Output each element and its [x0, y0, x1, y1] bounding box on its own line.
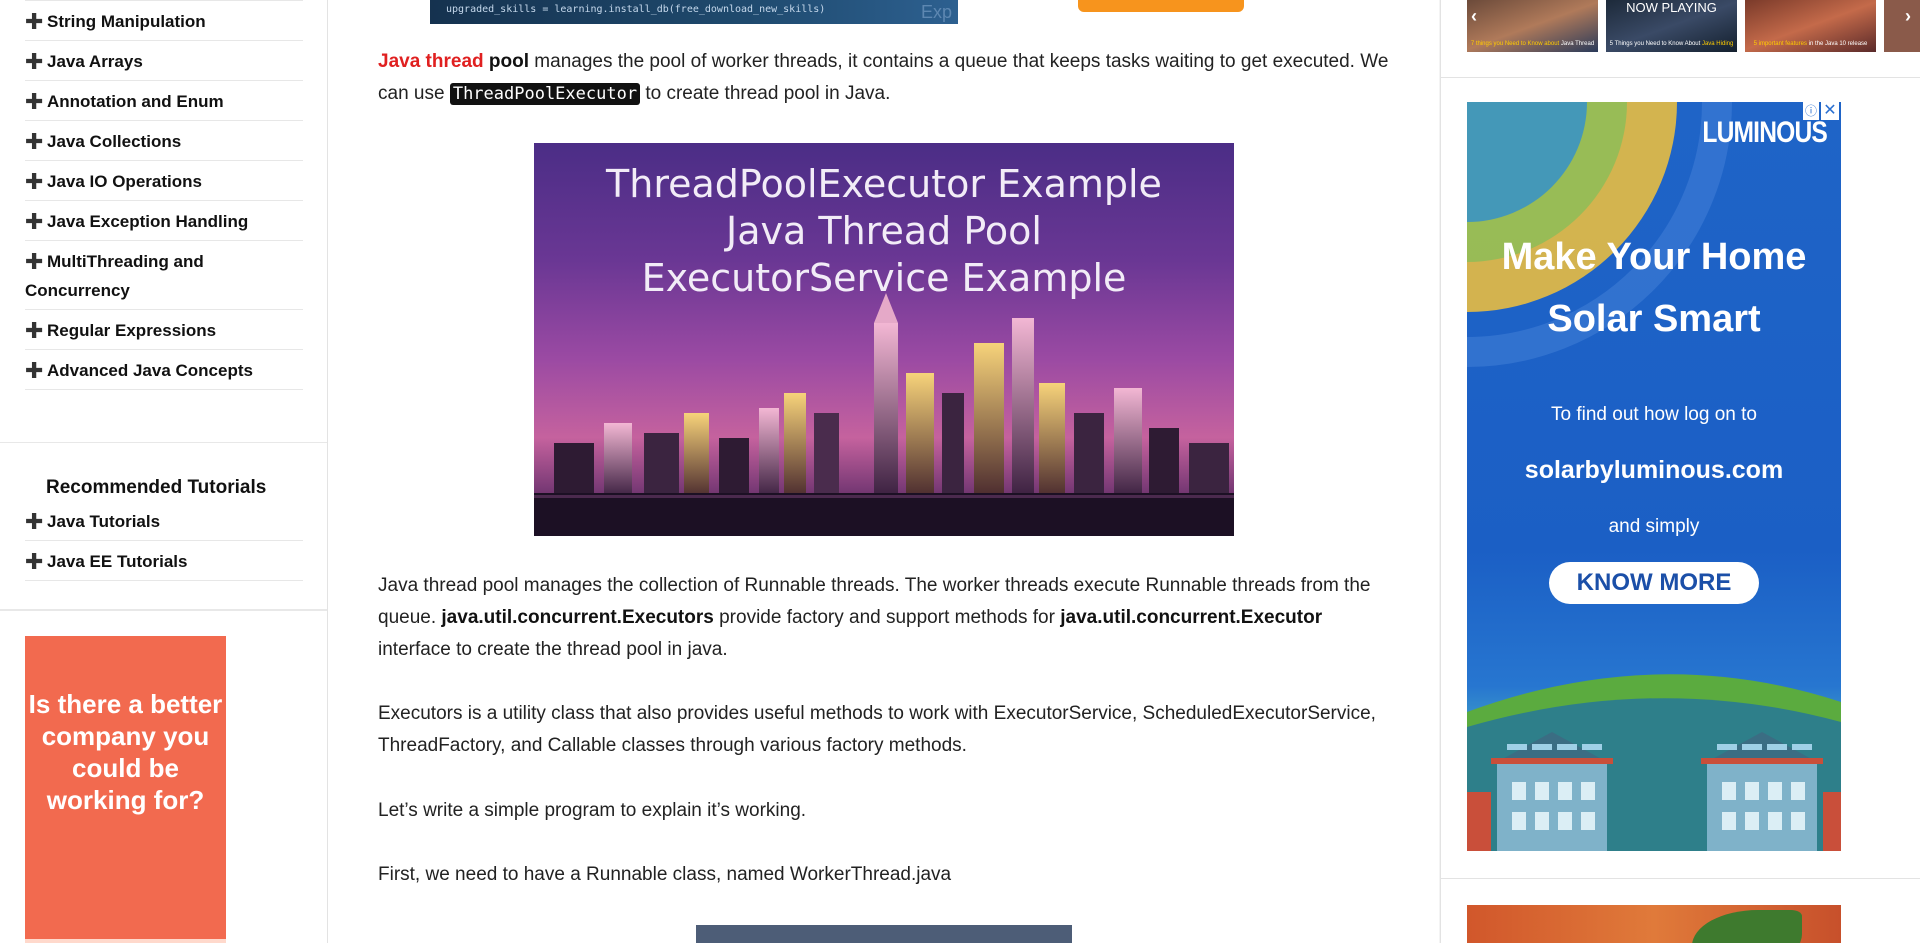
ad-brand-logo: LUMINOUS	[1702, 116, 1827, 149]
video-thumb-2[interactable]: NOW PLAYING 5 Things you Need to Know Ab…	[1606, 0, 1737, 52]
now-playing-label: NOW PLAYING	[1626, 0, 1717, 15]
plus-icon[interactable]: ✚	[25, 7, 47, 36]
recommended-item-java-ee[interactable]: ✚ Java EE Tutorials	[25, 541, 303, 581]
menu-item-annotation-enum[interactable]: ✚ Annotation and Enum	[25, 81, 303, 121]
chevron-right-icon[interactable]: ›	[1905, 6, 1911, 27]
plus-icon[interactable]: ✚	[25, 247, 47, 276]
topics-menu: ✚ String Manipulation ✚ Java Arrays ✚ Annot…	[0, 0, 327, 444]
paragraph-executors: Java thread pool manages the collection …	[378, 570, 1398, 666]
ad-headline-line-2: Solar Smart	[1547, 298, 1761, 340]
info-icon[interactable]: ⓘ	[1803, 102, 1819, 120]
menu-item-label[interactable]: Regular Expressions	[47, 321, 216, 340]
menu-item-java-io[interactable]: ✚ Java IO Operations	[25, 161, 303, 201]
caption-highlight: Java Hiding	[1701, 41, 1734, 47]
sidebar-ad-stripe	[25, 939, 226, 943]
top-banner-text: upgraded_skills = learning.install_db(fr…	[446, 4, 826, 15]
menu-item-label[interactable]: Java Collections	[47, 132, 181, 151]
para2-bold-2: java.util.concurrent.Executor	[1060, 607, 1323, 628]
menu-item-regex[interactable]: ✚ Regular Expressions	[25, 310, 303, 350]
recommended-title: Recommended Tutorials	[46, 477, 267, 498]
article-content: upgraded_skills = learning.install_db(fr…	[328, 0, 1439, 943]
hero-title-line-2: Java Thread Pool	[726, 209, 1042, 253]
paragraph-program: Let’s write a simple program to explain …	[378, 800, 807, 821]
menu-item-label[interactable]: Annotation and Enum	[47, 92, 224, 111]
caption-highlight: 5 important features	[1753, 41, 1807, 47]
menu-item-multithreading[interactable]: ✚ MultiThreading and Concurrency	[25, 241, 303, 310]
top-banner-tag: Exp	[920, 2, 952, 22]
java-thread-link[interactable]: Java thread	[378, 51, 484, 72]
ad-headline: Make Your Home Solar Smart	[1467, 226, 1841, 350]
recommended-tutorials: Recommended Tutorials ✚ Java Tutorials ✚ J…	[0, 443, 327, 611]
left-sidebar: ✚ String Manipulation ✚ Java Arrays ✚ Annot…	[0, 0, 328, 943]
close-icon[interactable]: ✕	[1821, 102, 1839, 120]
hero-title-line-1: ThreadPoolExecutor Example	[606, 162, 1162, 206]
para2-text-3: interface to create the thread pool in j…	[378, 639, 728, 660]
plus-icon[interactable]: ✚	[25, 356, 47, 385]
video-thumb-caption: 7 things you Need to Know about Java Thr…	[1467, 41, 1598, 48]
ad-subtext-2: and simply	[1608, 516, 1700, 537]
secondary-advertisement[interactable]	[1467, 905, 1841, 943]
recommended-item-label[interactable]: Java EE Tutorials	[47, 552, 187, 571]
intro-paragraph: Java thread pool manages the pool of wor…	[378, 46, 1398, 110]
para2-bold-1: java.util.concurrent.Executors	[441, 607, 714, 628]
plus-icon[interactable]: ✚	[25, 316, 47, 345]
rail-divider-2	[1441, 878, 1920, 879]
recommended-list: ✚ Java Tutorials ✚ Java EE Tutorials	[25, 501, 303, 581]
code-image	[696, 925, 1072, 943]
menu-item-java-arrays[interactable]: ✚ Java Arrays	[25, 41, 303, 81]
caption-text: 5 Things you Need to Know About	[1609, 41, 1701, 47]
chevron-left-icon[interactable]: ‹	[1471, 6, 1477, 27]
sidebar-advertisement[interactable]: Is there a better company you could be w…	[25, 636, 226, 943]
hero-title-line-3: ExecutorService Example	[641, 256, 1127, 300]
leaf-image	[1692, 910, 1802, 943]
plus-icon[interactable]: ✚	[25, 547, 47, 576]
menu-item-label[interactable]: Java IO Operations	[47, 172, 202, 191]
plus-icon[interactable]: ✚	[25, 47, 47, 76]
paragraph-runnable: First, we need to have a Runnable class,…	[378, 864, 952, 885]
plus-icon[interactable]: ✚	[25, 167, 47, 196]
video-thumb-4[interactable]	[1884, 0, 1920, 52]
menu-item-exception-handling[interactable]: ✚ Java Exception Handling	[25, 201, 303, 241]
luminous-advertisement[interactable]: LUMINOUS ⓘ ✕ Make Your Home Solar Smart …	[1467, 102, 1841, 851]
paragraph-utility: Executors is a utility class that also p…	[378, 703, 1376, 756]
know-more-button[interactable]: KNOW MORE	[1549, 562, 1759, 604]
menu-item-label[interactable]: Java Exception Handling	[47, 212, 248, 231]
recommended-item-label[interactable]: Java Tutorials	[47, 512, 160, 531]
inline-code: ThreadPoolExecutor	[449, 83, 641, 105]
sidebar-ad-text[interactable]: Is there a better company you could be w…	[25, 688, 226, 816]
caption-highlight: 7 things you Need to Know about	[1470, 41, 1560, 47]
topics-list: ✚ String Manipulation ✚ Java Arrays ✚ Annot…	[25, 0, 303, 390]
plus-icon[interactable]: ✚	[25, 507, 47, 536]
video-thumb-caption: 5 important features in the Java 10 rele…	[1745, 41, 1876, 48]
menu-item-label[interactable]: MultiThreading and Concurrency	[25, 252, 204, 300]
hero-title: ThreadPoolExecutor Example Java Thread P…	[534, 161, 1234, 302]
menu-item-label[interactable]: Advanced Java Concepts	[47, 361, 253, 380]
menu-item-java-collections[interactable]: ✚ Java Collections	[25, 121, 303, 161]
menu-item-label[interactable]: String Manipulation	[47, 12, 206, 31]
menu-item-label[interactable]: Java Arrays	[47, 52, 143, 71]
recommended-item-java[interactable]: ✚ Java Tutorials	[25, 501, 303, 541]
intro-text-2: to create thread pool in Java.	[640, 83, 891, 104]
right-rail: 7 things you Need to Know about Java Thr…	[1440, 0, 1920, 943]
hero-image: ThreadPoolExecutor Example Java Thread P…	[534, 143, 1234, 536]
caption-text: in the Java 10 release	[1808, 41, 1868, 47]
menu-item-string-manipulation[interactable]: ✚ String Manipulation	[25, 0, 303, 41]
plus-icon[interactable]: ✚	[25, 207, 47, 236]
plus-icon[interactable]: ✚	[25, 127, 47, 156]
intro-bold-word: pool	[488, 51, 530, 72]
ad-subtext: To find out how log on to	[1551, 404, 1757, 425]
top-orange-button[interactable]	[1078, 0, 1244, 12]
plus-icon[interactable]: ✚	[25, 87, 47, 116]
video-thumb-caption: 5 Things you Need to Know About Java Hid…	[1606, 41, 1737, 48]
video-thumb-3[interactable]: 5 important features in the Java 10 rele…	[1745, 0, 1876, 52]
caption-text: Java Thread	[1560, 41, 1595, 47]
para2-text-2: provide factory and support methods for	[713, 607, 1061, 628]
ad-headline-line-1: Make Your Home	[1501, 236, 1807, 278]
video-thumb-1[interactable]: 7 things you Need to Know about Java Thr…	[1467, 0, 1598, 52]
video-carousel[interactable]: 7 things you Need to Know about Java Thr…	[1467, 0, 1920, 52]
menu-item-advanced-java[interactable]: ✚ Advanced Java Concepts	[25, 350, 303, 390]
top-banner-image[interactable]: upgraded_skills = learning.install_db(fr…	[430, 0, 958, 24]
ad-site: solarbyluminous.com	[1524, 456, 1784, 484]
rail-divider	[1441, 77, 1920, 78]
